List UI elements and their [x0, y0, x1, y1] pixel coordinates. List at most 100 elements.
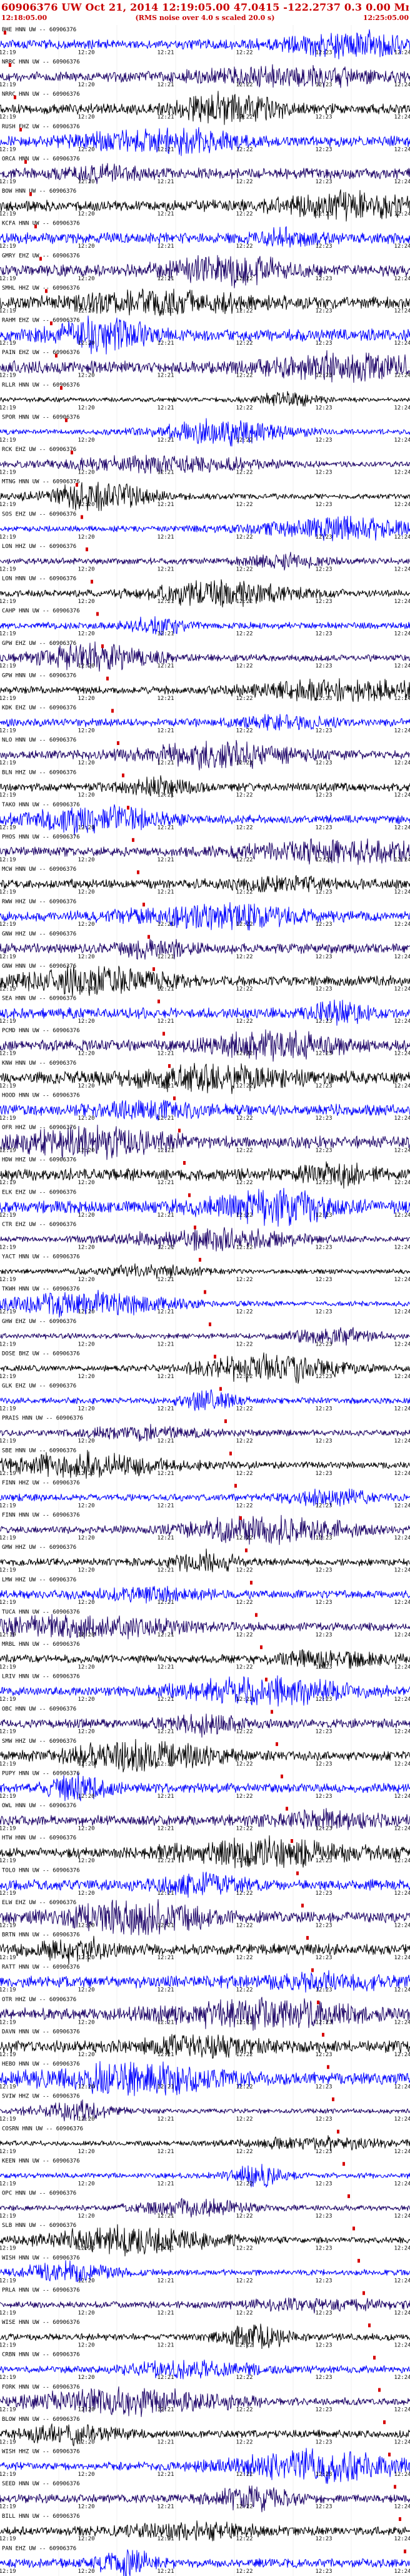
trace-time-label: 12:19	[0, 534, 16, 540]
trace-time-label: 12:21	[157, 470, 174, 476]
trace-station-label: GMW HHZ UW -- 60906376	[2, 1544, 76, 1551]
trace-time-label: 12:21	[157, 1051, 174, 1057]
trace-time-label: 12:22	[236, 1212, 252, 1219]
trace-station-label: HOOD HNN UW -- 60906376	[2, 1092, 80, 1098]
trace-row: RAHM EHZ UW -- 60906376 12:19 12:20 12:21 12…	[0, 315, 410, 355]
trace-row: GNW HHZ UW -- 60906376 12:19 12:20 12:21 12:…	[0, 931, 410, 960]
trace-time-label: 12:19	[0, 793, 16, 799]
trace-station-label: GPW EHZ UW -- 60906376	[2, 641, 76, 647]
trace-time-label: 12:24	[394, 1600, 410, 1606]
trace-time-label: 12:23	[315, 1503, 332, 1509]
arrival-marker	[281, 1774, 283, 1778]
trace-time-label: 12:21	[157, 1244, 174, 1250]
trace-station-label: RWW HHZ UW -- 60906376	[2, 899, 76, 905]
scaling-note: (RMS noise over 4.0 s scaled 20.0 s)	[135, 14, 275, 22]
trace-time-label: 12:21	[157, 2149, 174, 2155]
trace-station-label: BLOW HNN UW -- 60906376	[2, 2416, 80, 2423]
trace-row: PCMD HNN UW -- 60906376 12:19 12:20 12:21 12…	[0, 1028, 410, 1062]
trace-waveform	[0, 2297, 410, 2314]
trace-time-label: 12:20	[78, 1761, 94, 1767]
trace-row: RWW HHZ UW -- 60906376 12:19 12:20 12:21 12:…	[0, 899, 410, 931]
trace-station-label: MCW HNN UW -- 60906376	[2, 866, 76, 873]
arrival-marker	[383, 2420, 386, 2425]
trace-time-label: 12:21	[157, 1115, 174, 1122]
trace-time-label: 12:23	[315, 1051, 332, 1057]
trace-time-label: 12:23	[315, 2504, 332, 2510]
trace-time-label: 12:21	[157, 793, 174, 799]
trace-station-label: KNW HNN UW -- 60906376	[2, 1060, 76, 1067]
arrival-marker	[50, 321, 52, 325]
trace-time-label: 12:20	[78, 1115, 94, 1122]
trace-time-label: 12:21	[157, 114, 174, 121]
trace-time-label: 12:19	[0, 1761, 16, 1767]
trace-time-label: 12:19	[0, 728, 16, 734]
trace-time-label: 12:23	[315, 663, 332, 669]
arrival-marker	[60, 386, 62, 390]
trace-station-label: PRAIS HNN UW -- 60906376	[2, 1416, 83, 1422]
trace-time-label: 12:23	[315, 1890, 332, 1897]
trace-time-label: 12:20	[78, 1955, 94, 1961]
trace-time-label: 12:23	[315, 179, 332, 185]
trace-time-label: 12:23	[315, 1406, 332, 1412]
trace-time-label: 12:22	[236, 599, 252, 605]
trace-station-label: GHW EHZ UW -- 60906376	[2, 1319, 76, 1325]
trace-time-label: 12:23	[315, 1277, 332, 1283]
arrival-marker	[317, 2000, 319, 2005]
trace-station-label: COSRN HNN UW -- 60906376	[2, 2126, 83, 2132]
trace-station-label: CTR EHZ UW -- 60906376	[2, 1222, 76, 1228]
trace-time-label: 12:24	[394, 1244, 410, 1250]
trace-waveform	[0, 1586, 410, 1604]
trace-time-label: 12:22	[236, 1632, 252, 1638]
trace-time-label: 12:22	[236, 663, 252, 669]
trace-time-label: 12:21	[157, 1729, 174, 1735]
trace-time-label: 12:19	[0, 1793, 16, 1800]
trace-time-label: 12:24	[394, 1793, 410, 1800]
trace-waveform	[0, 391, 410, 407]
trace-time-label: 12:19	[0, 1890, 16, 1897]
trace-time-label: 12:22	[236, 1664, 252, 1670]
trace-time-label: 12:20	[78, 2213, 94, 2219]
trace-time-label: 12:24	[394, 2375, 410, 2381]
trace-station-label: WISH HHZ UW -- 60906376	[2, 2449, 80, 2455]
trace-time-label: 12:19	[0, 1729, 16, 1735]
trace-time-label: 12:21	[157, 1696, 174, 1703]
end-time: 12:25:05.00	[362, 14, 409, 22]
trace-time-label: 12:19	[0, 405, 16, 411]
arrival-marker	[260, 1645, 262, 1650]
trace-time-label: 12:21	[157, 1503, 174, 1509]
trace-time-label: 12:20	[78, 1600, 94, 1606]
trace-time-label: 12:21	[157, 1535, 174, 1541]
trace-time-label: 12:19	[0, 1083, 16, 1089]
trace-time-label: 12:24	[394, 1471, 410, 1477]
arrival-marker	[111, 709, 114, 713]
arrival-marker	[178, 1128, 181, 1133]
trace-station-label: RATT HNN UW -- 60906376	[2, 1964, 80, 1970]
trace-station-label: TKWH HNN UW -- 60906376	[2, 1286, 80, 1292]
trace-time-label: 12:22	[236, 1309, 252, 1316]
trace-waveform	[0, 1161, 410, 1189]
trace-time-label: 12:19	[0, 1696, 16, 1703]
arrival-marker	[229, 1451, 232, 1456]
arrival-marker	[162, 1032, 165, 1036]
trace-time-label: 12:22	[236, 2310, 252, 2316]
trace-time-label: 12:23	[315, 1600, 332, 1606]
trace-time-label: 12:20	[78, 308, 94, 314]
trace-station-label: TAKO HNN UW -- 60906376	[2, 802, 80, 808]
trace-row: OTR HHZ UW -- 60906376 12:19 12:20 12:21 12:…	[0, 1997, 410, 2031]
trace-time-label: 12:19	[0, 49, 16, 56]
trace-time-label: 12:19	[0, 1600, 16, 1606]
trace-row: MRBL HNN UW -- 60906376 12:19 12:20 12:21 12…	[0, 1641, 410, 1670]
trace-time-label: 12:19	[0, 114, 16, 121]
trace-time-label: 12:22	[236, 534, 252, 540]
trace-row: NLO HNN UW -- 60906376 12:19 12:20 12:21 12:…	[0, 738, 410, 771]
trace-time-label: 12:22	[236, 340, 252, 347]
trace-time-label: 12:19	[0, 308, 16, 314]
trace-time-label: 12:20	[78, 1858, 94, 1864]
trace-time-label: 12:21	[157, 2019, 174, 2026]
arrival-marker	[188, 1193, 191, 1197]
trace-station-label: ELW EHZ UW -- 60906376	[2, 1900, 76, 1906]
trace-time-label: 12:24	[394, 2439, 410, 2445]
trace-time-label: 12:23	[315, 1568, 332, 1574]
trace-station-label: RCK EHZ UW -- 60906376	[2, 447, 76, 453]
trace-station-label: KDK EHZ UW -- 60906376	[2, 705, 76, 711]
